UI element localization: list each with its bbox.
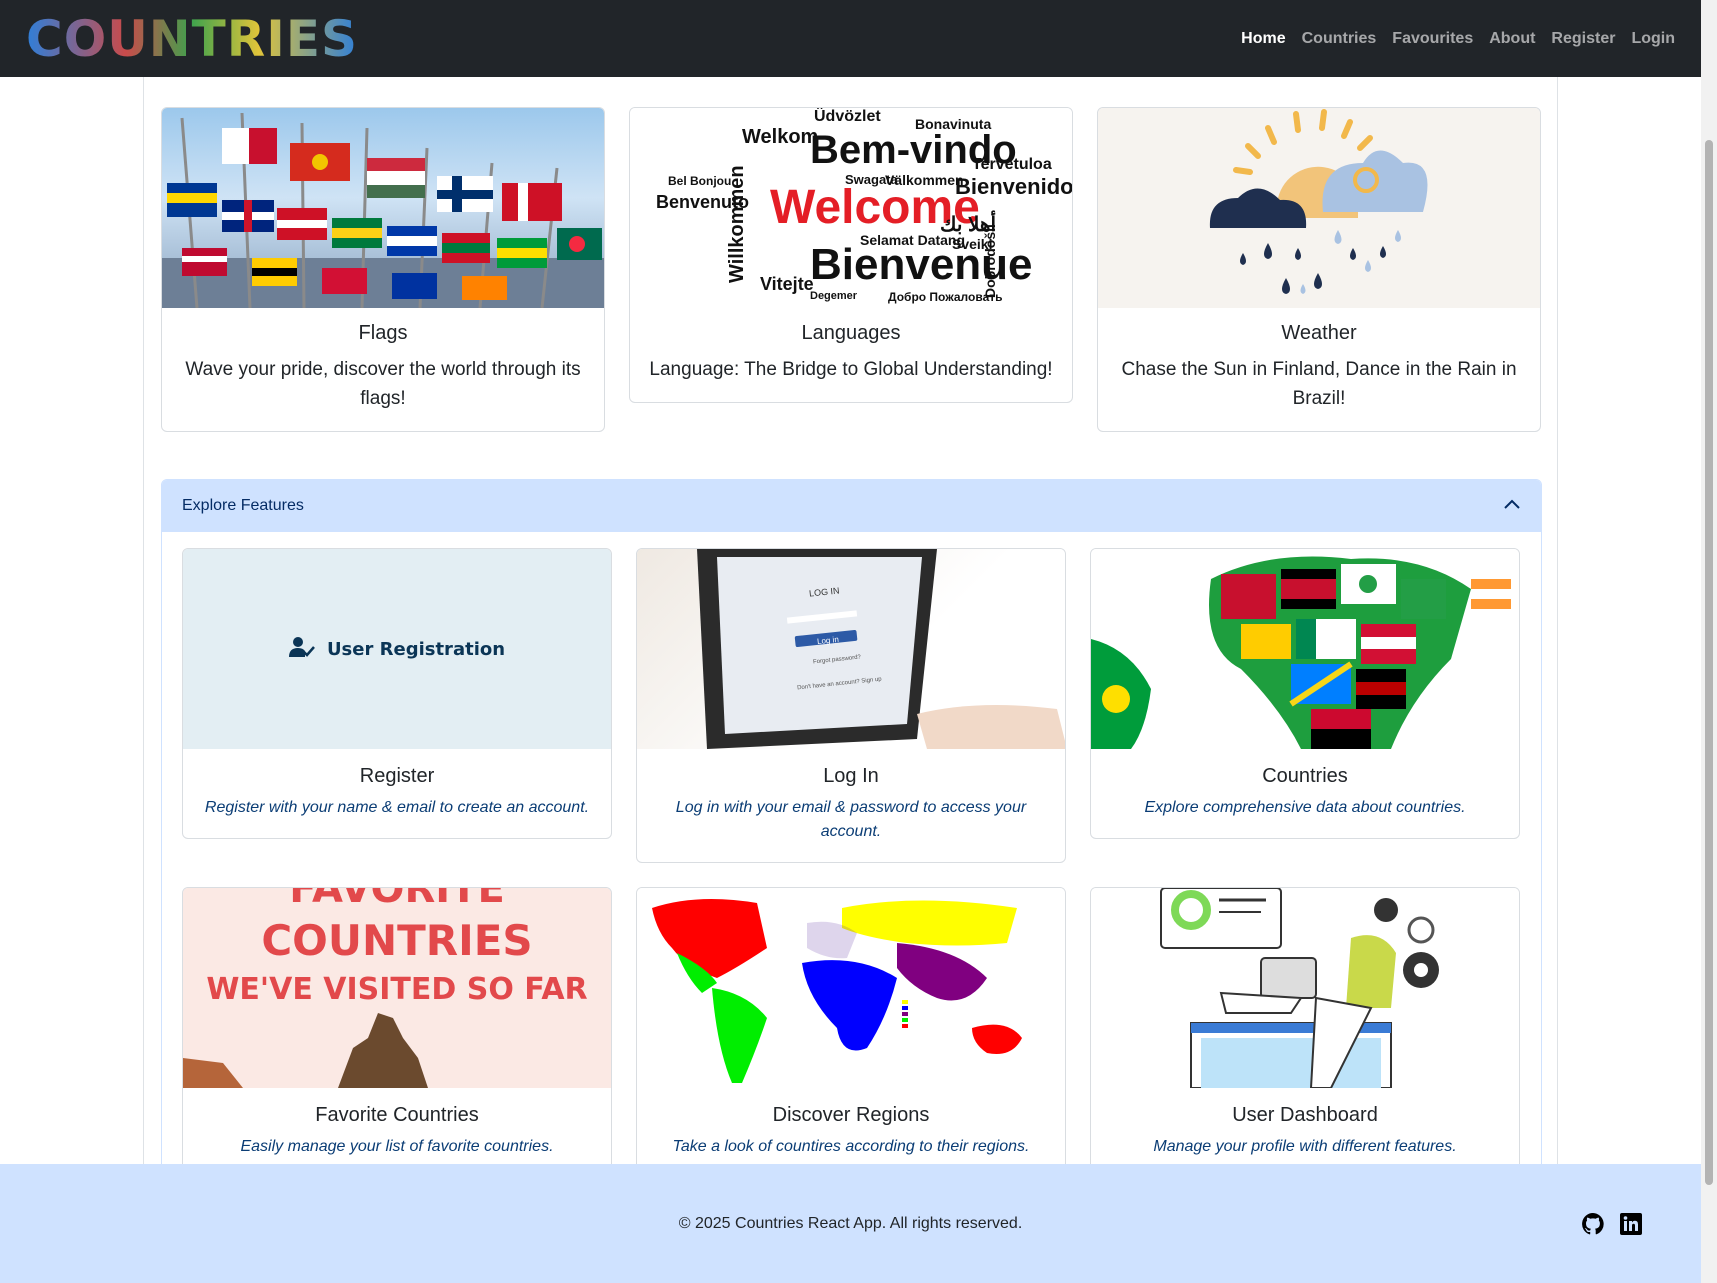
nav-link-register[interactable]: Register <box>1551 30 1615 48</box>
flags-image <box>162 108 604 309</box>
top-cards-row: Flags Wave your pride, discover the worl… <box>161 107 1542 432</box>
lang-word: Willkommen <box>726 165 748 283</box>
favorite-countries-feature-card[interactable]: FAVORITE COUNTRIES WE'VE VISITED SO FAR … <box>182 887 612 1164</box>
page-scrollbar[interactable] <box>1701 0 1717 1283</box>
lang-word: Dobrodošli <box>982 224 998 298</box>
lang-word: Bienvenido <box>955 174 1073 199</box>
brand-logo[interactable]: COUNTRIES <box>26 14 358 64</box>
weather-card-text: Chase the Sun in Finland, Dance in the R… <box>1121 359 1517 409</box>
favorite-countries-image: FAVORITE COUNTRIES WE'VE VISITED SO FAR <box>183 888 611 1088</box>
main-nav: Home Countries Favourites About Register… <box>1241 30 1675 48</box>
discover-regions-card-title: Discover Regions <box>772 1104 930 1126</box>
explore-features-accordion: Explore Features User Registration Regis… <box>161 479 1542 1164</box>
weather-card-title: Weather <box>1281 322 1357 344</box>
favorite-countries-card-title: Favorite Countries <box>315 1104 479 1126</box>
nav-link-home[interactable]: Home <box>1241 30 1285 48</box>
register-card-title: Register <box>359 765 435 787</box>
discover-regions-feature-card[interactable]: Discover Regions Take a look of countire… <box>636 887 1066 1164</box>
login-feature-card[interactable]: LOG IN Log in Forgot password? Don't hav… <box>636 548 1066 863</box>
user-dashboard-feature-card[interactable]: User Dashboard Manage your profile with … <box>1090 887 1520 1164</box>
user-check-icon <box>288 636 315 663</box>
weather-image <box>1098 108 1540 308</box>
lang-word: Bonavinuta <box>915 116 992 132</box>
navbar: COUNTRIES Home Countries Favourites Abou… <box>0 0 1701 77</box>
scrollbar-thumb[interactable] <box>1705 140 1713 1185</box>
user-dashboard-card-title: User Dashboard <box>1232 1104 1378 1126</box>
register-card-body: Register Register with your name & email… <box>183 749 611 838</box>
flags-card: Flags Wave your pride, discover the worl… <box>161 107 605 432</box>
flags-card-text: Wave your pride, discover the world thro… <box>185 359 581 409</box>
languages-image: Bem-vindo Welcome Bienvenue Welkom Üdvöz… <box>630 108 1072 308</box>
flags-card-body: Flags Wave your pride, discover the worl… <box>162 308 604 431</box>
registration-label: User Registration <box>326 638 506 660</box>
countries-card-title: Countries <box>1262 765 1348 787</box>
lang-word: Tervetuloa <box>972 156 1052 173</box>
favorite-countries-card-body: Favorite Countries Easily manage your li… <box>183 1088 611 1164</box>
linkedin-icon[interactable] <box>1619 1212 1643 1236</box>
nav-link-favourites[interactable]: Favourites <box>1392 30 1473 48</box>
login-image: LOG IN Log in Forgot password? Don't hav… <box>637 549 1065 749</box>
countries-image <box>1091 549 1519 749</box>
lang-word: Welkom <box>742 126 819 148</box>
favorite-countries-card-text: Easily manage your list of favorite coun… <box>240 1138 554 1155</box>
lang-word: Degemer <box>810 290 858 302</box>
login-card-body: Log In Log in with your email & password… <box>637 749 1065 862</box>
user-dashboard-card-body: User Dashboard Manage your profile with … <box>1091 1088 1519 1164</box>
footer-social-links <box>1581 1212 1643 1236</box>
discover-regions-card-text: Take a look of countires according to th… <box>672 1138 1030 1155</box>
user-dashboard-image <box>1091 888 1519 1088</box>
languages-card: Bem-vindo Welcome Bienvenue Welkom Üdvöz… <box>629 107 1073 403</box>
chevron-up-icon[interactable] <box>1503 497 1521 515</box>
lang-word: Üdvözlet <box>814 108 881 125</box>
nav-link-countries[interactable]: Countries <box>1302 30 1377 48</box>
register-image: User Registration <box>183 549 611 749</box>
main-container: Flags Wave your pride, discover the worl… <box>143 77 1558 1164</box>
feature-grid: User Registration Register Register with… <box>182 548 1521 1164</box>
languages-card-body: Languages Language: The Bridge to Global… <box>630 308 1072 402</box>
github-icon[interactable] <box>1581 1212 1605 1236</box>
lang-word: Välkommen <box>885 172 964 188</box>
accordion-header[interactable]: Explore Features <box>162 480 1541 532</box>
user-dashboard-card-text: Manage your profile with different featu… <box>1153 1138 1457 1155</box>
nav-link-about[interactable]: About <box>1489 30 1535 48</box>
countries-card-body: Countries Explore comprehensive data abo… <box>1091 749 1519 838</box>
weather-card: Weather Chase the Sun in Finland, Dance … <box>1097 107 1541 432</box>
languages-card-text: Language: The Bridge to Global Understan… <box>649 359 1053 380</box>
countries-feature-card[interactable]: Countries Explore comprehensive data abo… <box>1090 548 1520 839</box>
discover-regions-card-body: Discover Regions Take a look of countire… <box>637 1088 1065 1164</box>
languages-card-title: Languages <box>801 322 901 344</box>
lang-word: Bel Bonjou <box>668 174 732 188</box>
footer: © 2025 Countries React App. All rights r… <box>0 1164 1701 1283</box>
countries-card-text: Explore comprehensive data about countri… <box>1144 799 1466 816</box>
login-card-text: Log in with your email & password to acc… <box>675 799 1027 840</box>
accordion-body: User Registration Register Register with… <box>162 532 1541 1164</box>
login-card-title: Log In <box>823 765 879 787</box>
accordion-title: Explore Features <box>182 497 304 514</box>
register-card-text: Register with your name & email to creat… <box>204 799 590 816</box>
footer-copyright: © 2025 Countries React App. All rights r… <box>678 1214 1023 1232</box>
weather-card-body: Weather Chase the Sun in Finland, Dance … <box>1098 308 1540 431</box>
lang-word: Vitejte <box>760 274 814 294</box>
nav-link-login[interactable]: Login <box>1631 30 1675 48</box>
discover-regions-image <box>637 888 1065 1088</box>
register-feature-card[interactable]: User Registration Register Register with… <box>182 548 612 839</box>
flags-card-title: Flags <box>358 322 408 344</box>
